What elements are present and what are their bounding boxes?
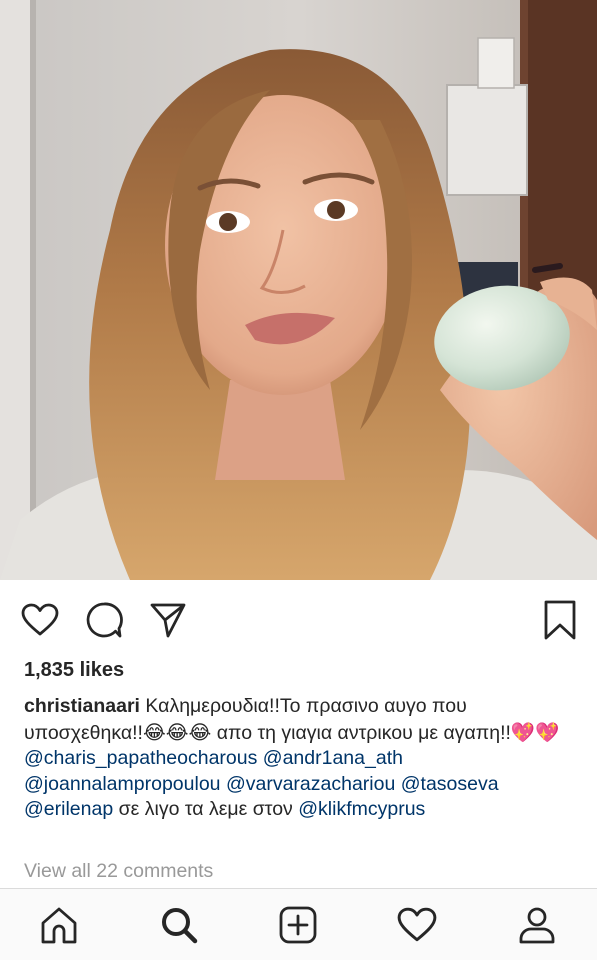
profile-icon[interactable] [515, 903, 559, 947]
add-post-icon[interactable] [276, 903, 320, 947]
comment-icon-glyph [86, 602, 123, 638]
caption-text: σε λιγο τα λεμε στον [113, 798, 299, 820]
paper-plane-icon[interactable] [148, 600, 188, 640]
heart-icon-glyph [21, 603, 59, 636]
sparkling-heart-emoji: 💖💖 [510, 720, 560, 744]
profile-icon-glyph [519, 907, 555, 944]
laughing-emoji: 😂😂😂 [142, 720, 212, 744]
activity-heart-icon-glyph [397, 907, 437, 942]
post-action-bar [0, 590, 597, 650]
search-icon-glyph [162, 908, 198, 944]
home-icon[interactable] [37, 903, 81, 947]
add-post-icon-glyph [279, 906, 317, 944]
view-all-comments-link[interactable]: View all 22 comments [24, 858, 213, 884]
paper-plane-icon-glyph [150, 603, 186, 638]
mention-link[interactable]: @varvarazachariou [226, 773, 395, 795]
caption-text: απο τη γιαγια αντρικου με αγαπη!! [211, 721, 511, 744]
mention-link[interactable]: @joannalampropoulou [24, 773, 221, 795]
search-icon[interactable] [157, 903, 201, 947]
mention-link[interactable]: @charis_papatheocharous [24, 747, 257, 769]
heart-icon[interactable] [20, 600, 60, 640]
mention-link[interactable]: @tasoseva [401, 773, 499, 795]
post-caption: christianaari Καλημερουδια!!Το πρασινο α… [24, 694, 580, 823]
instagram-post-screen: 1,835 likes christianaari Καλημερουδια!!… [0, 0, 597, 960]
comment-icon[interactable] [84, 600, 124, 640]
bookmark-icon[interactable] [540, 600, 580, 640]
activity-heart-icon[interactable] [395, 903, 439, 947]
mention-link[interactable]: @erilenap [24, 798, 113, 820]
caption-username[interactable]: christianaari [24, 695, 140, 717]
post-photo[interactable] [0, 0, 597, 580]
mention-link[interactable]: @andr1ana_ath [263, 747, 403, 769]
bookmark-icon-glyph [544, 600, 576, 640]
likes-count[interactable]: 1,835 likes [24, 656, 124, 684]
bottom-navigation [0, 888, 597, 960]
mention-link[interactable]: @klikfmcyprus [298, 798, 425, 820]
photo-illustration [0, 0, 597, 580]
home-icon-glyph [41, 907, 77, 944]
